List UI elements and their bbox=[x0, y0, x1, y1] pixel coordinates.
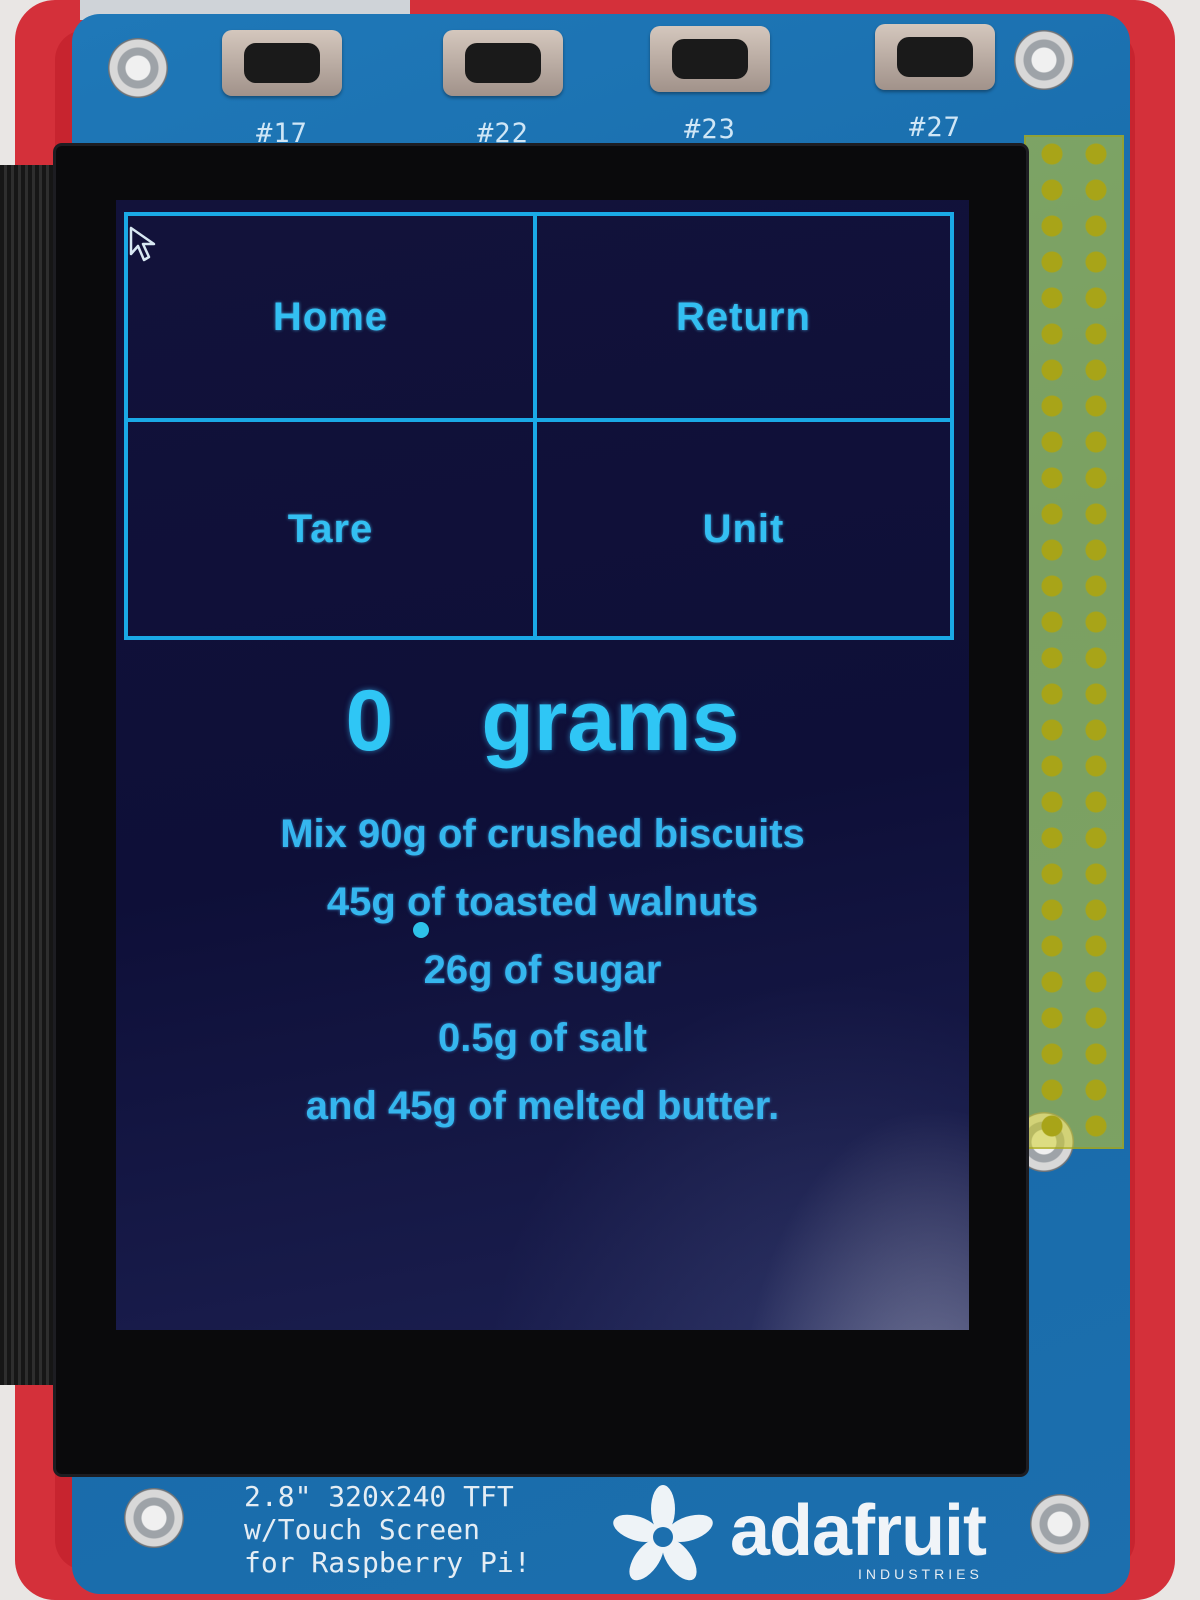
tare-button-label: Tare bbox=[287, 506, 374, 551]
mount-hole-bottom-right bbox=[1030, 1494, 1090, 1554]
recipe-line: Mix 90g of crushed biscuits bbox=[280, 812, 805, 856]
brand-name: adafruit bbox=[730, 1491, 987, 1571]
hardware-button-23[interactable] bbox=[650, 26, 770, 92]
tare-button[interactable]: Tare bbox=[128, 422, 537, 636]
home-button-label: Home bbox=[272, 294, 389, 339]
brand-subtitle: INDUSTRIES bbox=[858, 1566, 983, 1582]
weight-value: 0 bbox=[345, 673, 394, 769]
button-label-23: #23 bbox=[684, 114, 736, 145]
silkscreen-line: for Raspberry Pi! bbox=[244, 1546, 531, 1579]
recipe-line: 45g of toasted walnuts bbox=[326, 880, 759, 924]
home-button[interactable]: Home bbox=[128, 216, 537, 422]
flower-logo-icon bbox=[613, 1485, 713, 1581]
unit-button-label: Unit bbox=[702, 506, 785, 551]
mount-hole-top-left bbox=[108, 38, 168, 98]
menu-grid: Home Return Tare Unit bbox=[124, 212, 954, 640]
silkscreen-line: 2.8" 320x240 TFT bbox=[244, 1480, 514, 1513]
gpio-header bbox=[1024, 135, 1124, 1149]
button-label-17: #17 bbox=[256, 118, 308, 149]
return-button[interactable]: Return bbox=[537, 216, 950, 422]
recipe-line: and 45g of melted butter. bbox=[305, 1084, 780, 1128]
gpio-pins bbox=[1026, 137, 1122, 1147]
adafruit-logo: adafruit INDUSTRIES bbox=[608, 1482, 1018, 1592]
unit-button[interactable]: Unit bbox=[537, 422, 950, 636]
recipe-line: 26g of sugar bbox=[423, 948, 662, 992]
recipe-instructions: Mix 90g of crushed biscuits 45g of toast… bbox=[116, 800, 969, 1140]
button-cap bbox=[465, 43, 541, 83]
button-cap bbox=[672, 39, 748, 79]
button-cap bbox=[244, 43, 320, 83]
button-label-27: #27 bbox=[909, 112, 961, 143]
hardware-button-17[interactable] bbox=[222, 30, 342, 96]
touch-cursor-icon bbox=[129, 226, 156, 262]
mount-hole-bottom-left bbox=[124, 1488, 184, 1548]
touch-point-indicator bbox=[413, 922, 429, 938]
mount-hole-top-right bbox=[1014, 30, 1074, 90]
weight-unit: grams bbox=[481, 673, 740, 769]
recipe-line: 0.5g of salt bbox=[438, 1016, 647, 1060]
button-label-22: #22 bbox=[477, 118, 529, 149]
return-button-label: Return bbox=[676, 294, 811, 339]
hardware-button-22[interactable] bbox=[443, 30, 563, 96]
button-cap bbox=[897, 37, 973, 77]
weight-readout: 0 grams bbox=[116, 672, 969, 771]
silkscreen-line: w/Touch Screen bbox=[244, 1513, 481, 1546]
hardware-button-27[interactable] bbox=[875, 24, 995, 90]
silkscreen-text: 2.8" 320x240 TFT w/Touch Screen for Raspbe… bbox=[244, 1480, 531, 1579]
